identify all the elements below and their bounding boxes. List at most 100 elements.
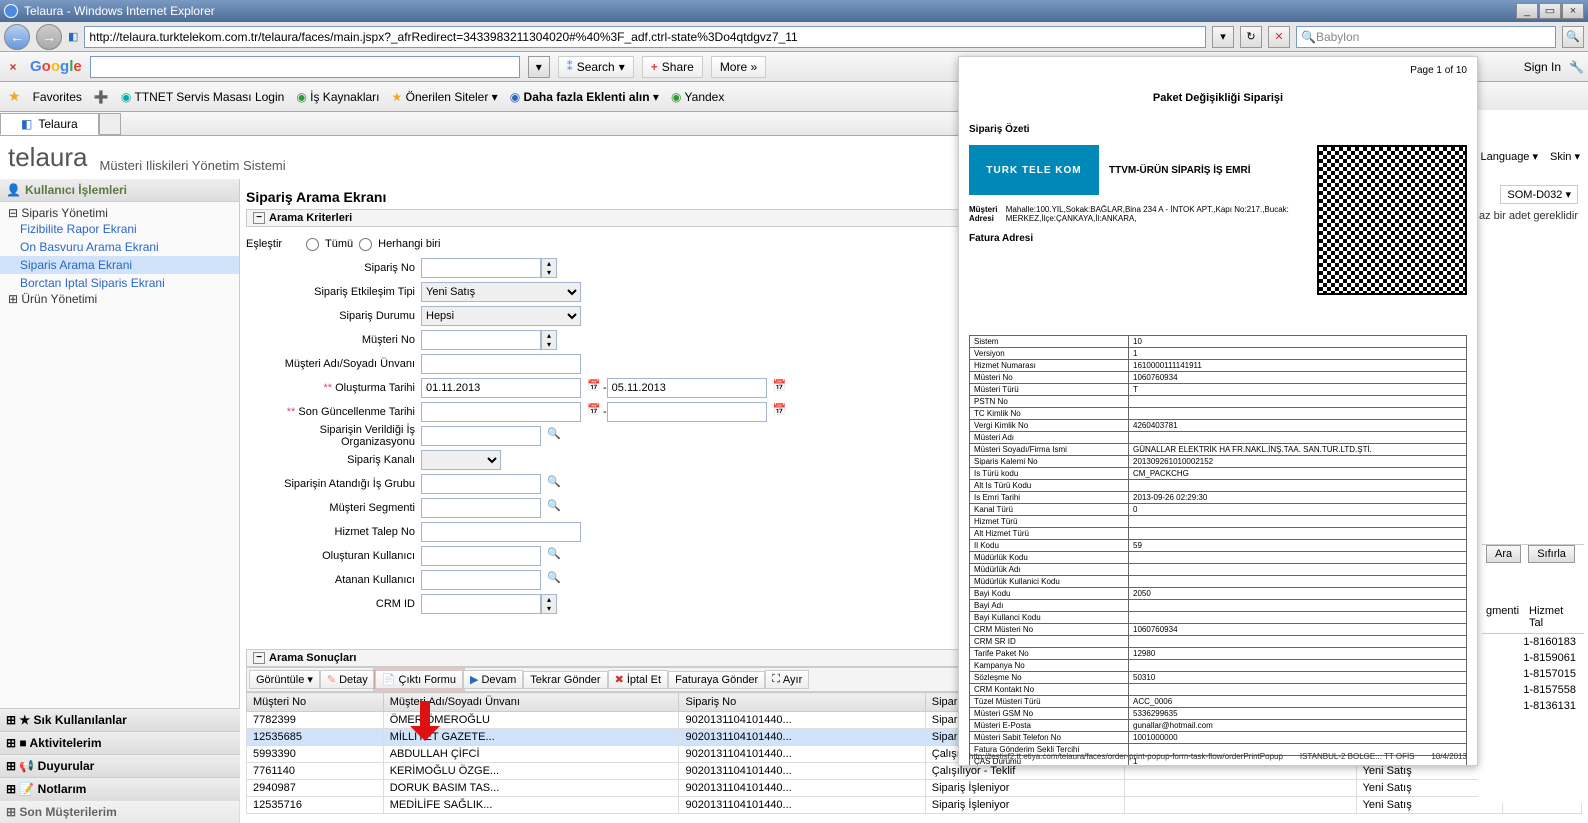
input-olusturma-from[interactable] [421,378,581,398]
tree-siparis-root[interactable]: ⊟ Siparis Yönetimi [0,206,239,220]
tb-iptal[interactable]: ✖İptal Et [608,670,668,689]
far-sifirla-button[interactable]: Sıfırla [1528,545,1575,563]
sidebar-header-user-ops[interactable]: 👤Kullanıcı İşlemleri [0,179,239,202]
input-olusturma-to[interactable] [607,378,767,398]
google-share-button[interactable]: +Share [642,56,703,78]
lookup-grup[interactable]: 🔍 [545,475,563,493]
cal-gunc-from[interactable]: 📅 [585,403,603,421]
spinner-musterino[interactable]: ▴▾ [541,330,557,350]
tb-tekrar[interactable]: Tekrar Gönder [523,671,607,689]
select-durumu[interactable]: Hepsi [421,306,581,326]
tree-fizibilite[interactable]: Fizibilite Rapor Ekrani [0,220,239,238]
col-siparisno[interactable]: Sipariş No [679,693,925,712]
match-any-radio[interactable] [359,238,372,251]
fav-oner[interactable]: ★ Önerilen Siteler ▾ [392,90,498,104]
far-id-row[interactable]: 1-8157558 [1482,682,1584,698]
tree-siparis-arama[interactable]: Siparis Arama Ekrani [0,256,239,274]
tree-onbasvuru[interactable]: On Basvuru Arama Ekrani [0,238,239,256]
cal-olusturma-from[interactable]: 📅 [585,379,603,397]
google-search-input[interactable] [90,56,520,78]
sb-duyuru[interactable]: ⊞ 📢 Duyurular [0,754,240,777]
spinner-crm[interactable]: ▴▾ [541,594,557,614]
far-ara-button[interactable]: Ara [1486,545,1521,563]
far-id-row[interactable]: 1-8159061 [1482,650,1584,666]
fav-daha[interactable]: ◉ Daha fazla Eklenti alın ▾ [510,90,659,104]
tb-goruntule[interactable]: Görüntüle ▾ [249,670,320,689]
nav-forward[interactable]: → [36,24,62,50]
input-siparisno[interactable] [421,258,541,278]
new-tab[interactable] [99,113,121,135]
lookup-segment[interactable]: 🔍 [545,499,563,517]
input-grup[interactable] [421,474,541,494]
browser-search[interactable]: 🔍 Babylon [1296,26,1556,48]
lookup-atanan[interactable]: 🔍 [545,571,563,589]
fav-add-tab-group[interactable]: ➕ [94,90,109,104]
favorites-star-icon[interactable]: ★ [8,88,21,105]
far-col-segment[interactable]: gmenti [1486,605,1519,629]
browser-tab[interactable]: ◧Telaura [0,113,99,135]
lbl-org: Siparişin Verildiği İş Organizasyonu [246,424,421,448]
far-col-hizmet[interactable]: Hizmet Tal [1529,605,1580,629]
stop-button[interactable]: ✕ [1268,26,1290,48]
spinner-siparisno[interactable]: ▴▾ [541,258,557,278]
input-talep[interactable] [421,522,581,542]
refresh-button[interactable]: ↻ [1240,26,1262,48]
cal-gunc-to[interactable]: 📅 [771,403,789,421]
tb-detay[interactable]: ✎Detay [320,670,375,689]
fav-kaynak[interactable]: ◉ İş Kaynakları [296,90,379,104]
disclosure-results[interactable]: − [253,652,265,664]
fav-yandex[interactable]: ◉ Yandex [671,90,724,104]
far-id-row[interactable]: 1-8136131 [1482,698,1584,714]
far-id-row[interactable]: 1-8160183 [1482,634,1584,650]
address-bar[interactable]: http://telaura.turktelekom.com.tr/telaur… [84,26,1206,48]
google-search-button[interactable]: ⁑Search ▾ [558,56,634,78]
tb-fatura[interactable]: Faturaya Gönder [668,671,765,689]
input-olusturan[interactable] [421,546,541,566]
input-segment[interactable] [421,498,541,518]
search-go[interactable]: 🔍 [1562,26,1584,48]
google-more-button[interactable]: More » [711,56,766,78]
sb-notlar[interactable]: ⊞ 📝 Notlarım [0,777,240,800]
google-signin[interactable]: Sign In [1524,60,1561,74]
input-atanan[interactable] [421,570,541,590]
input-musteriadi[interactable] [421,354,581,374]
disclosure-icon[interactable]: − [253,212,265,224]
win-close[interactable]: × [1562,3,1584,19]
input-musterino[interactable] [421,330,541,350]
table-row[interactable]: 2940987DORUK BASIM TAS...902013110410144… [247,780,1582,797]
tree-borctan[interactable]: Borctan Iptal Siparis Ekrani [0,274,239,292]
select-kanal[interactable] [421,450,501,470]
input-crm[interactable] [421,594,541,614]
lbl-siparisno: Sipariş No [246,262,421,274]
input-gunc-to[interactable] [607,402,767,422]
sb-sik[interactable]: ⊞ ★ Sık Kullanılanlar [0,708,240,731]
tb-ayir[interactable]: ⛶Ayır [765,670,809,689]
sb-aktivite[interactable]: ⊞ ■ Aktivitelerim [0,731,240,754]
select-etkilesim[interactable]: Yeni Satış [421,282,581,302]
input-org[interactable] [421,426,541,446]
google-search-dropdown[interactable]: ▾ [528,56,550,78]
input-gunc-from[interactable] [421,402,581,422]
language-menu[interactable]: Language ▾ [1480,150,1538,163]
sb-son[interactable]: ⊞ Son Müşterilerim [0,800,240,823]
tb-devam[interactable]: ▶Devam [463,670,523,689]
fav-ttnet[interactable]: ◉ TTNET Servis Masası Login [121,90,284,104]
win-restore[interactable]: ▭ [1539,3,1561,19]
far-id-row[interactable]: 1-8157015 [1482,666,1584,682]
tree-urun-root[interactable]: ⊞ Ürün Yönetimi [0,292,239,306]
addr-dropdown[interactable]: ▾ [1212,26,1234,48]
table-row[interactable]: 12535716MEDİLİFE SAĞLIK...90201311041014… [247,797,1582,814]
favorites-label[interactable]: Favorites [33,90,82,104]
match-all-radio[interactable] [306,238,319,251]
cal-olusturma-to[interactable]: 📅 [771,379,789,397]
col-musterino[interactable]: Müşteri No [247,693,384,712]
som-code: SOM-D032 ▾ [1500,185,1578,204]
tb-cikti[interactable]: 📄Çıktı Formu [375,670,463,689]
nav-back[interactable]: ← [4,24,30,50]
wrench-icon[interactable]: 🔧 [1569,60,1584,74]
lookup-org[interactable]: 🔍 [545,427,563,445]
skin-menu[interactable]: Skin ▾ [1550,150,1580,163]
win-minimize[interactable]: _ [1516,3,1538,19]
close-toolbar[interactable]: × [4,58,22,76]
lookup-olusturan[interactable]: 🔍 [545,547,563,565]
